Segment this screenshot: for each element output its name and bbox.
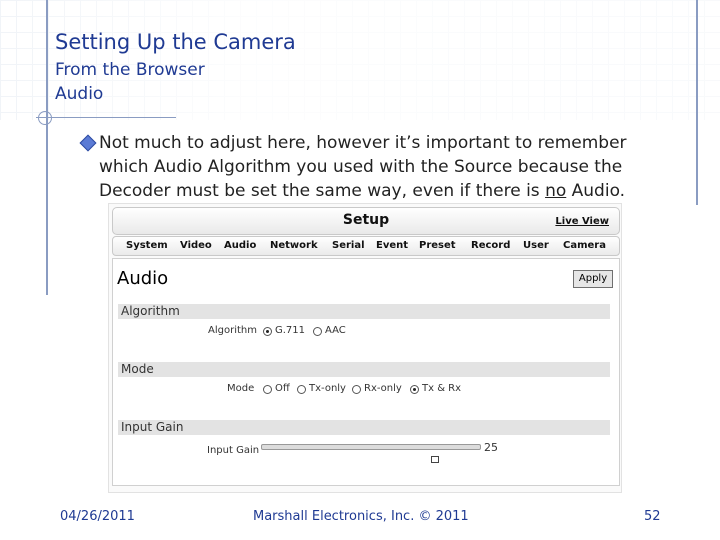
setup-nav-bar: System Video Audio Network Serial Event … [112, 236, 620, 256]
algorithm-aac-radio[interactable] [313, 327, 322, 336]
apply-button[interactable]: Apply [573, 270, 613, 288]
bullet-text: Not much to adjust here, however it’s im… [99, 131, 659, 203]
slide-title: Setting Up the Camera [55, 30, 296, 54]
nav-network[interactable]: Network [270, 240, 318, 251]
right-accent-line [696, 0, 698, 205]
bullet-text-end: Audio. [566, 181, 626, 201]
algorithm-aac-label: AAC [325, 325, 346, 336]
mode-section-header: Mode [118, 362, 610, 377]
left-accent-line [46, 0, 48, 295]
mode-rx-only-radio[interactable] [352, 385, 361, 394]
mode-off-radio[interactable] [263, 385, 272, 394]
input-gain-slider-handle[interactable] [431, 456, 439, 463]
algorithm-g711-label: G.711 [275, 325, 306, 336]
nav-system[interactable]: System [126, 240, 168, 251]
mode-off-label: Off [275, 383, 290, 394]
live-view-link[interactable]: Live View [555, 216, 609, 227]
title-underline [36, 117, 176, 118]
accent-circle-icon [38, 111, 52, 125]
slide-section: Audio [55, 84, 104, 104]
input-gain-slider-track[interactable] [261, 444, 481, 450]
setup-header-bar: Setup Live View [112, 207, 620, 235]
panel-title: Audio [117, 268, 169, 289]
mode-tx-only-label: Tx-only [309, 383, 346, 394]
algorithm-section-header: Algorithm [118, 304, 610, 319]
mode-tx-rx-radio[interactable] [410, 385, 419, 394]
bullet-text-emphasis: no [545, 181, 567, 201]
input-gain-section-header: Input Gain [118, 420, 610, 435]
slide-subtitle: From the Browser [55, 60, 205, 80]
input-gain-label: Input Gain [207, 445, 260, 456]
footer-date: 04/26/2011 [60, 509, 135, 524]
mode-tx-only-radio[interactable] [297, 385, 306, 394]
mode-rx-only-label: Rx-only [364, 383, 402, 394]
algorithm-g711-radio[interactable] [263, 327, 272, 336]
algorithm-label: Algorithm [208, 325, 257, 336]
audio-settings-panel: Audio Apply Algorithm Algorithm G.711 AA… [112, 258, 620, 486]
mode-tx-rx-label: Tx & Rx [422, 383, 462, 394]
input-gain-value: 25 [484, 441, 498, 454]
nav-record[interactable]: Record [471, 240, 510, 251]
nav-camera[interactable]: Camera [563, 240, 606, 251]
nav-user[interactable]: User [523, 240, 549, 251]
diamond-bullet-icon [79, 134, 97, 152]
setup-title: Setup [342, 212, 390, 228]
nav-serial[interactable]: Serial [332, 240, 365, 251]
footer-company: Marshall Electronics, Inc. © 2011 [253, 509, 469, 524]
mode-label: Mode [227, 383, 255, 394]
nav-preset[interactable]: Preset [419, 240, 456, 251]
nav-audio[interactable]: Audio [224, 240, 256, 251]
footer-page-number: 52 [644, 509, 661, 524]
nav-video[interactable]: Video [180, 240, 212, 251]
nav-event[interactable]: Event [376, 240, 408, 251]
